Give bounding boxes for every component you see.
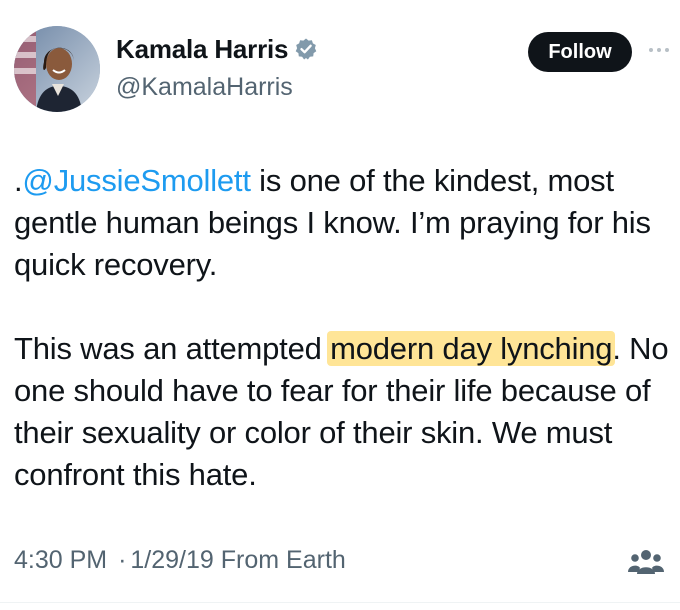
author-handle[interactable]: @KamalaHarris [116,72,293,102]
tweet-paragraph-2: This was an attempted modern day lynchin… [14,328,669,496]
profile-photo [14,26,100,112]
community-people-icon[interactable] [628,548,664,576]
verified-badge-icon [294,37,318,61]
highlighted-phrase: modern day lynching [327,331,616,366]
more-options-icon[interactable] [644,40,674,60]
tweet-date[interactable]: 1/29/19 [130,546,213,574]
text-before-highlight: This was an attempted [14,331,331,366]
follow-button[interactable]: Follow [528,32,632,72]
tweet-time[interactable]: 4:30 PM [14,546,107,574]
tweet-source: From Earth [220,546,346,574]
tweet-meta: 4:30 PM · 1/29/19 From Earth [14,545,346,575]
tweet-paragraph-1: .@JussieSmollett is one of the kindest, … [14,160,669,286]
author-display-name[interactable]: Kamala Harris [116,34,288,64]
author-name-row: Kamala Harris [116,34,318,64]
divider [0,602,680,603]
tweet-text: .@JussieSmollett is one of the kindest, … [14,160,669,496]
mention-link[interactable]: @JussieSmollett [22,163,251,198]
author-avatar[interactable] [14,26,100,112]
tweet-card: Kamala Harris @KamalaHarris Follow .@Jus… [0,0,680,610]
meta-separator: · [118,546,127,574]
